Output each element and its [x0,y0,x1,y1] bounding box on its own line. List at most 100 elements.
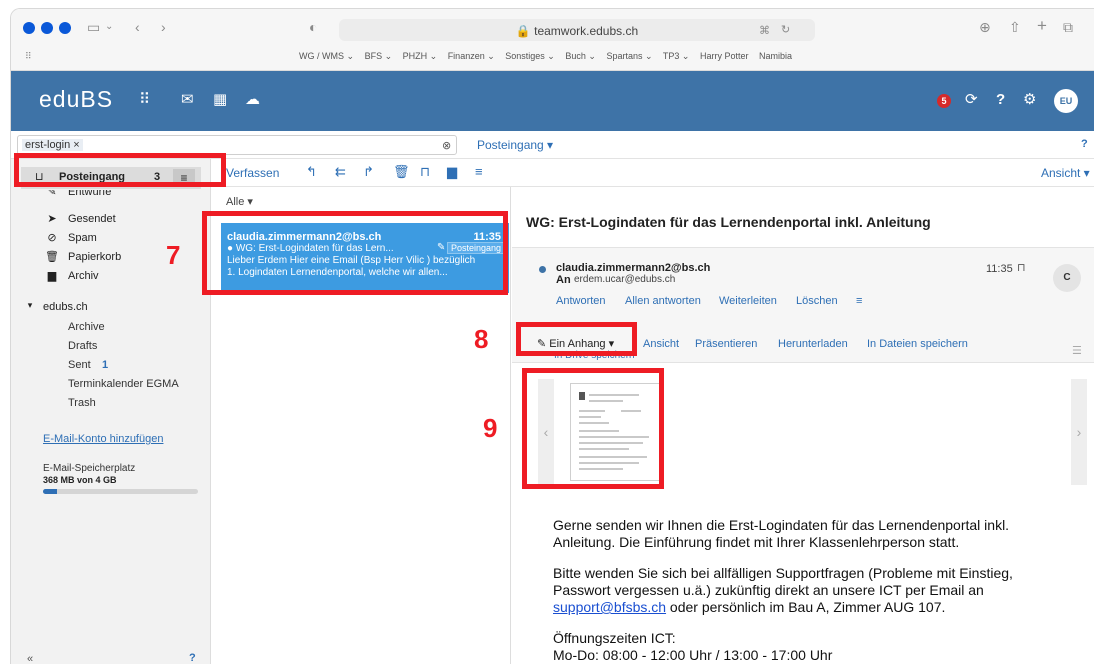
back-icon[interactable]: ‹ [135,20,140,34]
reload-icon[interactable]: ↻ [781,23,790,37]
attachment-present-link[interactable]: Präsentieren [695,338,757,350]
help-icon[interactable]: ? [996,92,1005,107]
mail-icon[interactable]: ✉ [181,92,194,107]
bookmark-item[interactable]: Finanzen ⌄ [448,51,495,61]
attachment-view-link[interactable]: Ansicht [643,338,679,350]
reply-all-button[interactable]: Allen antworten [625,295,701,307]
more-menu-icon[interactable]: ≡ [856,295,862,307]
collapse-sidebar-icon[interactable]: « [27,653,33,664]
attachment-save-files-link[interactable]: In Dateien speichern [867,338,968,350]
unread-dot[interactable] [539,266,546,273]
delete-button[interactable]: Löschen [796,295,838,307]
chevron-down-icon[interactable]: ▾ [23,300,37,311]
more-menu-icon[interactable]: ≡ [475,165,483,178]
bookmark-item[interactable]: Harry Potter [700,51,749,61]
search-input[interactable]: erst-login × ⊗ [17,135,457,155]
delete-icon[interactable]: 🗑 [393,165,410,178]
sender-avatar: C [1053,264,1081,292]
annotation-box-thumbnail [522,368,664,489]
archive-icon[interactable]: ▆ [447,165,457,178]
reply-all-icon[interactable]: ⇇ [335,165,346,178]
subfolder-drafts[interactable]: Drafts [68,340,97,352]
sidebar-toggle-icon[interactable]: ▭ [87,20,100,34]
mail-recipient[interactable]: erdem.ucar@edubs.ch [574,274,675,285]
share-icon[interactable]: ⇧ [1009,20,1021,34]
tabs-icon[interactable]: ⧉ [1063,20,1073,34]
translate-icon[interactable]: ⌘ [759,24,770,38]
trash-icon: 🗑 [45,251,59,263]
sidebar-item-spam[interactable]: ⊘ Spam [11,228,211,248]
notification-badge[interactable]: 5 [937,94,951,108]
chevron-right-icon[interactable]: › [1071,379,1087,485]
zoom-window-button[interactable] [59,22,71,34]
drafts-icon: ✎ [47,190,57,198]
sidebar-item-label: Papierkorb [68,251,122,263]
url-text: 🔒 teamwork.edubs.ch [515,24,639,38]
user-avatar[interactable]: EU [1054,89,1078,113]
search-folder-select[interactable]: Posteingang ▾ [477,138,553,152]
bookmark-item[interactable]: Sonstiges ⌄ [505,51,555,61]
search-token[interactable]: erst-login × [22,139,83,151]
chevron-down-icon[interactable]: ⌄ [105,20,113,34]
forward-icon[interactable]: › [161,20,166,34]
storage-progress-fill [43,489,57,494]
sidebar-item-sent[interactable]: ➤ Gesendet [11,209,211,229]
forward-button[interactable]: Weiterleiten [719,295,777,307]
sidebar-item-archive[interactable]: ▆ Archiv [11,266,211,286]
annotation-box-inbox [14,153,226,187]
bookmark-item[interactable]: BFS ⌄ [365,51,393,61]
bookmark-item[interactable]: Namibia [759,51,792,61]
reply-icon[interactable]: ↰ [306,165,317,178]
annotation-number-7: 7 [166,240,181,270]
compose-button[interactable]: Verfassen [226,166,279,180]
drive-icon[interactable]: ☁ [245,92,260,107]
gear-icon[interactable]: ⚙ [1023,92,1036,107]
bookmark-item[interactable]: PHZH ⌄ [403,51,438,61]
bookmark-icon[interactable]: ⊓ [1017,261,1026,274]
new-tab-icon[interactable]: + [1037,17,1047,34]
close-window-button[interactable] [23,22,35,34]
refresh-icon[interactable]: ⟳ [965,92,978,107]
subfolder-archive[interactable]: Archive [68,321,105,333]
calendar-icon[interactable]: ▦ [213,92,227,107]
reply-button[interactable]: Antworten [556,295,606,307]
bookmark-item[interactable]: TP3 ⌄ [663,51,690,61]
mail-toolbar: Verfassen ↰ ⇇ ↱ 🗑 ⊓ ▆ ≡ Ansicht ▾ [211,159,1094,187]
lock-icon: 🔒 [515,24,535,38]
attachment-download-link[interactable]: Herunterladen [778,338,848,350]
account-edubs[interactable]: ▾ edubs.ch [11,297,211,317]
help-icon[interactable]: ? [1081,138,1088,150]
support-email-link[interactable]: support@bfsbs.ch [553,599,666,615]
storage-label: E-Mail-Speicherplatz [43,463,136,474]
subfolder-sent[interactable]: Sent [68,359,91,371]
bookmark-item[interactable]: Spartans ⌄ [606,51,652,61]
apps-grid-icon[interactable]: ⠿ [139,92,150,107]
app-logo[interactable]: eduBS [39,86,113,113]
minimize-window-button[interactable] [41,22,53,34]
spam-icon: ⊘ [47,232,57,244]
sidebar-item-trash[interactable]: 🗑 Papierkorb [11,247,211,267]
subfolder-calendar[interactable]: Terminkalender EGMA [68,378,179,390]
url-bar[interactable]: 🔒 teamwork.edubs.ch ⌘ ↻ [339,19,815,41]
view-menu[interactable]: Ansicht ▾ [1041,166,1090,180]
subfolder-trash[interactable]: Trash [68,397,96,409]
sidebar-item-drafts[interactable]: ✎ Entwürfe [11,190,211,202]
forward-icon[interactable]: ↱ [363,165,374,178]
bookmark-icon[interactable]: ⊓ [420,165,430,178]
bookmark-item[interactable]: WG / WMS ⌄ [299,51,354,61]
filter-select[interactable]: Alle ▾ [226,195,253,208]
browser-titlebar: ▭ ⌄ ‹ › ⠿ ◐ 🔒 teamwork.edubs.ch ⌘ ↻ ⊕ ⇧ … [11,9,1094,71]
annotation-box-attachment [516,322,637,356]
add-account-link[interactable]: E-Mail-Konto hinzufügen [43,433,163,445]
download-icon[interactable]: ⊕ [979,20,991,34]
help-icon[interactable]: ? [189,652,196,664]
bookmark-item[interactable]: Buch ⌄ [565,51,596,61]
tab-overview-icon[interactable]: ⠿ [25,49,32,63]
privacy-shield-icon[interactable]: ◐ [309,20,317,34]
list-view-icon[interactable]: ☰ [1072,344,1082,357]
sent-count: 1 [102,359,109,371]
annotation-number-8: 8 [474,324,489,354]
archive-icon: ▆ [47,270,57,282]
clear-search-icon[interactable]: ⊗ [442,139,451,152]
mail-sender[interactable]: claudia.zimmermann2@bs.ch [556,262,710,274]
